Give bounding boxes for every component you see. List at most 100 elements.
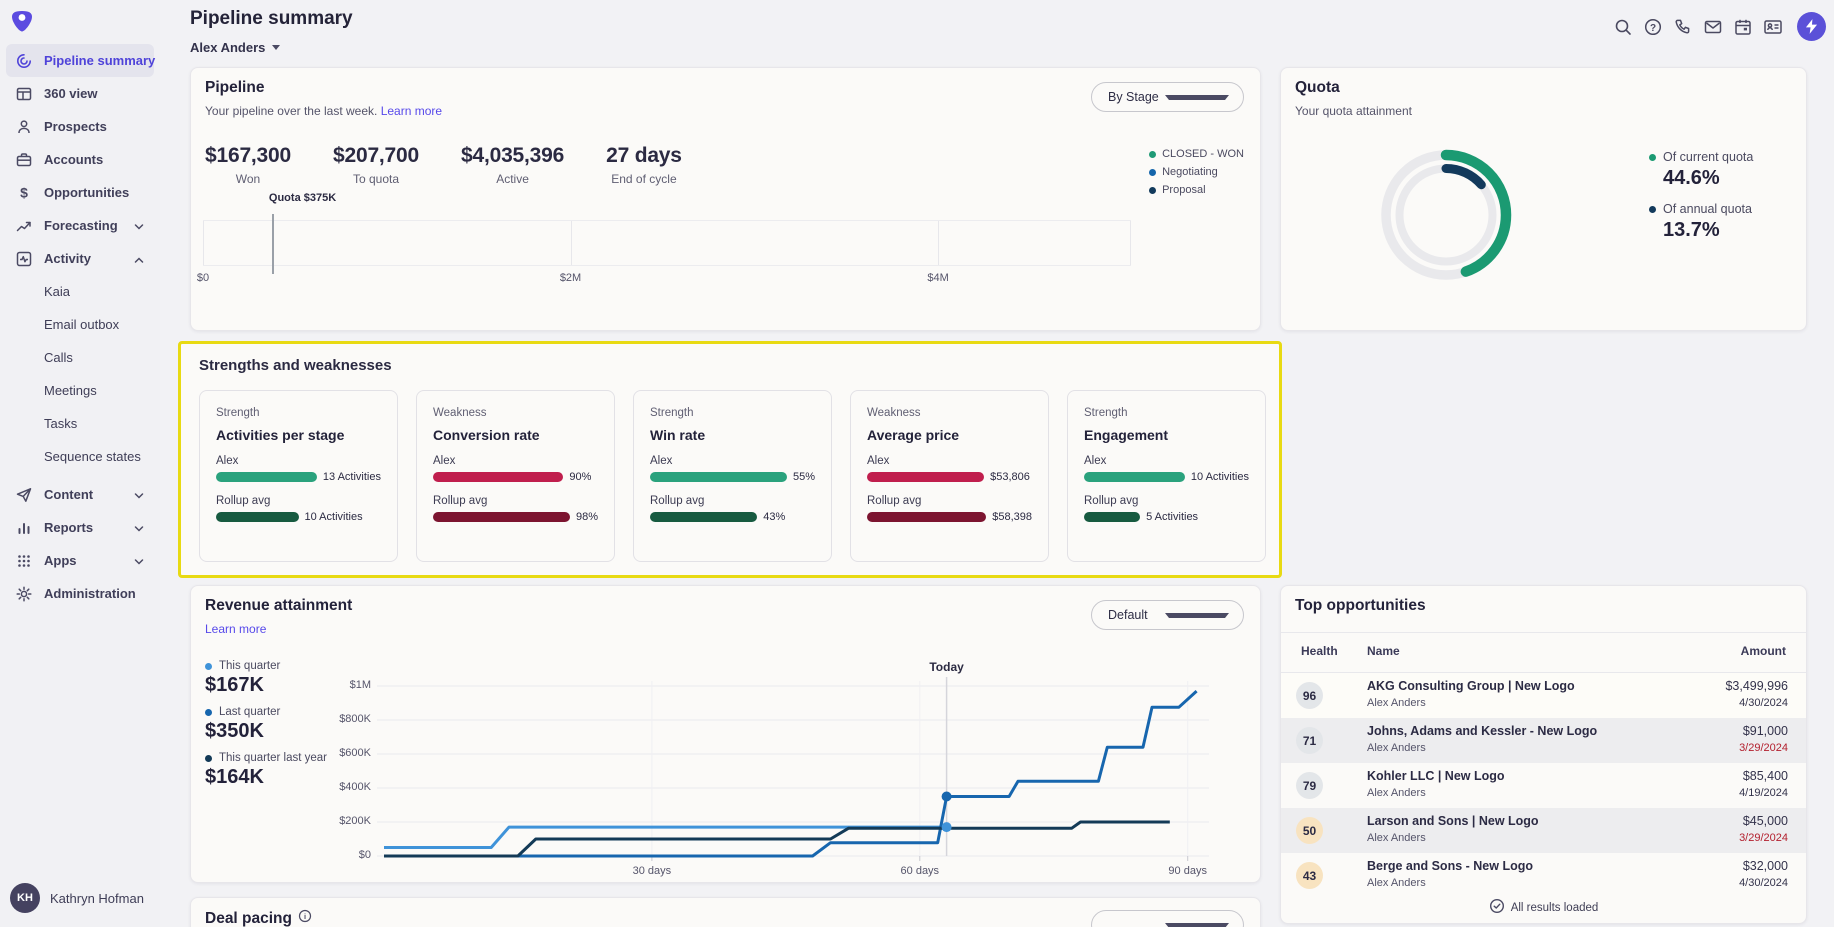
sidebar-item-administration[interactable]: Administration xyxy=(6,577,154,610)
deal-pacing-card: Deal pacing i xyxy=(190,897,1261,927)
app-logo-icon[interactable] xyxy=(8,8,36,34)
bar-label: Alex xyxy=(650,455,815,467)
sidebar-item-calls[interactable]: Calls xyxy=(6,341,154,374)
opportunity-name: AKG Consulting Group | New Logo xyxy=(1367,679,1575,693)
y-axis-tick: $200K xyxy=(309,815,371,827)
help-icon[interactable]: ? xyxy=(1642,16,1663,37)
sidebar-item-360-view[interactable]: 360 view xyxy=(6,77,154,110)
bar-label: Rollup avg xyxy=(1084,495,1249,507)
deal-pacing-dropdown[interactable] xyxy=(1091,910,1244,927)
health-badge: 50 xyxy=(1296,817,1323,844)
bar-value: $53,806 xyxy=(990,471,1030,483)
mail-icon[interactable] xyxy=(1702,16,1723,37)
quota-title: Quota xyxy=(1295,79,1340,97)
revenue-attainment-card: Revenue attainment Learn more Default Th… xyxy=(190,585,1261,883)
svg-text:i: i xyxy=(304,912,306,921)
table-row[interactable]: 79 Kohler LLC | New Logo Alex Anders $85… xyxy=(1281,763,1807,808)
sidebar-item-accounts[interactable]: Accounts xyxy=(6,143,154,176)
table-row[interactable]: 50 Larson and Sons | New Logo Alex Ander… xyxy=(1281,808,1807,853)
column-header-name[interactable]: Name xyxy=(1367,644,1400,658)
pipeline-learn-more-link[interactable]: Learn more xyxy=(381,104,442,118)
sidebar-item-prospects[interactable]: Prospects xyxy=(6,110,154,143)
sidebar-item-sequence-states[interactable]: Sequence states xyxy=(6,440,154,473)
sidebar-item-forecasting[interactable]: Forecasting xyxy=(6,209,154,242)
phone-icon[interactable] xyxy=(1672,16,1693,37)
strength-card-win-rate[interactable]: Strength Win rate Alex 55% Rollup avg 43… xyxy=(633,390,832,562)
stage-dropdown[interactable]: By Stage xyxy=(1091,82,1244,112)
opportunity-name: Johns, Adams and Kessler - New Logo xyxy=(1367,724,1597,738)
360-view-icon xyxy=(15,85,33,103)
sidebar-item-kaia[interactable]: Kaia xyxy=(6,275,154,308)
y-axis-tick: $1M xyxy=(309,679,371,691)
card-title: Conversion rate xyxy=(433,427,598,443)
activity-icon xyxy=(15,250,33,268)
sidebar-user[interactable]: KH Kathryn Hofman xyxy=(10,883,144,913)
card-title: Average price xyxy=(867,427,1032,443)
legend-item: CLOSED - WON xyxy=(1149,148,1244,160)
user-filter-label: Alex Anders xyxy=(190,40,265,55)
y-axis-tick: $600K xyxy=(309,747,371,759)
table-row[interactable]: 43 Berge and Sons - New Logo Alex Anders… xyxy=(1281,853,1807,898)
strength-card-activities-per-stage[interactable]: Strength Activities per stage Alex 13 Ac… xyxy=(199,390,398,562)
metric-to-quota: $207,700To quota xyxy=(333,144,419,186)
sidebar-item-reports[interactable]: Reports xyxy=(6,511,154,544)
bar-label: Rollup avg xyxy=(867,495,1032,507)
bar-value: 90% xyxy=(569,471,591,483)
table-row[interactable]: 71 Johns, Adams and Kessler - New Logo A… xyxy=(1281,718,1807,763)
alex-bar xyxy=(650,472,787,482)
chevron-down-icon xyxy=(134,487,144,502)
chevron-up-icon xyxy=(134,251,144,266)
y-axis-tick: $0 xyxy=(309,849,371,861)
stage-dropdown-value: By Stage xyxy=(1108,90,1165,104)
check-circle-icon xyxy=(1489,898,1505,917)
column-header-health[interactable]: Health xyxy=(1301,644,1338,658)
metric-won: $167,300Won xyxy=(205,144,291,186)
contact-card-icon[interactable] xyxy=(1762,16,1783,37)
sidebar-item-pipeline-summary[interactable]: Pipeline summary xyxy=(6,44,154,77)
gear-icon xyxy=(15,585,33,603)
strength-card-engagement[interactable]: Strength Engagement Alex 10 Activities R… xyxy=(1067,390,1266,562)
sidebar-item-activity[interactable]: Activity xyxy=(6,242,154,275)
user-avatar-lightning[interactable] xyxy=(1797,12,1826,41)
bar-value: 13 Activities xyxy=(323,471,381,483)
sidebar-item-email-outbox[interactable]: Email outbox xyxy=(6,308,154,341)
card-tag: Weakness xyxy=(433,407,598,419)
sidebar-user-name: Kathryn Hofman xyxy=(50,891,144,906)
legend-dot xyxy=(1649,206,1656,213)
table-row[interactable]: 96 AKG Consulting Group | New Logo Alex … xyxy=(1281,673,1807,718)
health-badge: 79 xyxy=(1296,772,1323,799)
pipeline-x-axis: $0 $2M $4M xyxy=(203,272,1131,286)
sidebar-item-meetings[interactable]: Meetings xyxy=(6,374,154,407)
health-badge: 43 xyxy=(1296,862,1323,889)
info-icon[interactable]: i xyxy=(298,909,312,927)
user-filter-dropdown[interactable]: Alex Anders xyxy=(190,40,280,55)
card-title: Activities per stage xyxy=(216,427,381,443)
calendar-icon[interactable] xyxy=(1732,16,1753,37)
chevron-down-icon xyxy=(1165,613,1230,618)
legend-item: Of annual quota xyxy=(1649,202,1753,216)
sidebar-item-label: Reports xyxy=(44,520,93,535)
revenue-dropdown[interactable]: Default xyxy=(1091,600,1244,630)
weakness-card-average-price[interactable]: Weakness Average price Alex $53,806 Roll… xyxy=(850,390,1049,562)
search-icon[interactable] xyxy=(1612,16,1633,37)
opportunity-amount: $85,400 xyxy=(1743,769,1788,783)
sidebar-item-label: Meetings xyxy=(44,383,97,398)
card-tag: Strength xyxy=(1084,407,1249,419)
chevron-down-icon xyxy=(272,45,280,50)
opportunity-owner: Alex Anders xyxy=(1367,742,1426,754)
column-header-amount[interactable]: Amount xyxy=(1741,644,1786,658)
sidebar-item-opportunities[interactable]: $ Opportunities xyxy=(6,176,154,209)
opportunity-amount: $32,000 xyxy=(1743,859,1788,873)
revenue-learn-more-link[interactable]: Learn more xyxy=(205,622,266,636)
sidebar-item-tasks[interactable]: Tasks xyxy=(6,407,154,440)
card-title: Win rate xyxy=(650,427,815,443)
sidebar-item-content[interactable]: Content xyxy=(6,478,154,511)
today-marker-label: Today xyxy=(929,660,963,674)
sidebar-item-apps[interactable]: Apps xyxy=(6,544,154,577)
quota-card: Quota Your quota attainment Of current q… xyxy=(1280,67,1807,331)
bar-value: 55% xyxy=(793,471,815,483)
rollup-bar xyxy=(1084,512,1140,522)
weakness-card-conversion-rate[interactable]: Weakness Conversion rate Alex 90% Rollup… xyxy=(416,390,615,562)
dollar-icon: $ xyxy=(15,184,33,202)
briefcase-icon xyxy=(15,151,33,169)
